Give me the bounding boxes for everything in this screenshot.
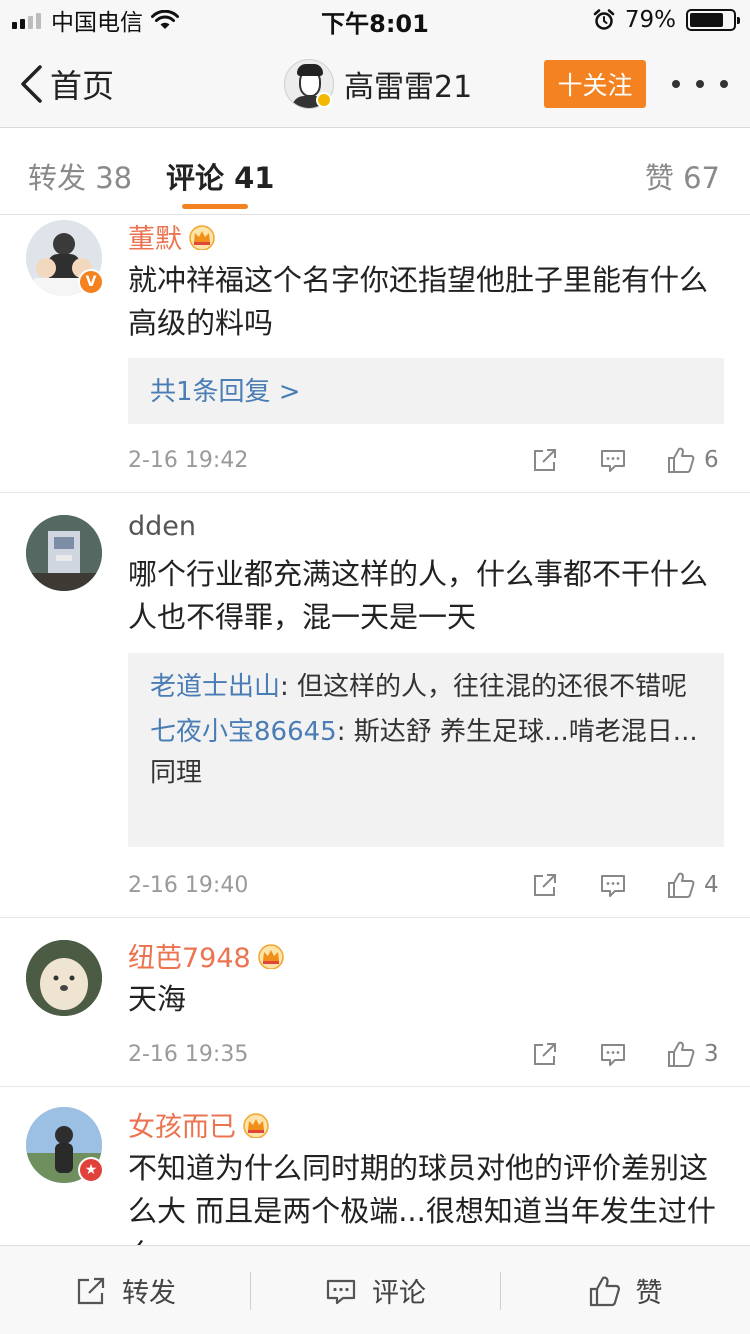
avatar-photo-icon xyxy=(26,515,102,591)
comment-time: 2-16 19:35 xyxy=(128,1042,249,1067)
author-name[interactable]: 董默 xyxy=(128,217,182,256)
dot-icon xyxy=(672,80,680,88)
author-name[interactable]: 纽芭7948 xyxy=(128,936,251,975)
share-button[interactable] xyxy=(530,1036,560,1072)
comment-button[interactable]: 评论 xyxy=(250,1246,500,1334)
comment-author[interactable]: dden xyxy=(128,511,196,542)
more-button[interactable] xyxy=(672,70,728,98)
like-button[interactable]: 6 xyxy=(666,442,719,478)
thumb-up-icon xyxy=(668,872,695,898)
avatar-photo-icon xyxy=(26,940,102,1016)
tab-repost[interactable]: 转发 38 xyxy=(28,155,132,197)
dot-icon xyxy=(696,80,704,88)
thumb-up-icon xyxy=(589,1276,620,1306)
reply-user[interactable]: 老道士出山 xyxy=(150,672,280,702)
nav-bar: 首页 高雷雷21 十关注 xyxy=(0,40,750,128)
reply-button[interactable] xyxy=(598,867,628,903)
comment-item: dden 哪个行业都充满这样的人，什么事都不干什么人也不得罪，混一天是一天 老道… xyxy=(0,493,750,918)
comment-item: 纽芭7948 天海 2-16 19:35 3 xyxy=(0,918,750,1087)
thumb-up-icon xyxy=(668,1041,695,1067)
share-icon xyxy=(534,1043,556,1065)
verified-badge-icon: V xyxy=(78,269,104,295)
comment-author[interactable]: 董默 xyxy=(128,217,216,256)
status-bar: 中国电信 下午8:01 79% xyxy=(0,0,750,40)
tab-bar: 转发 38 评论 41 赞 67 xyxy=(0,129,750,215)
back-label: 首页 xyxy=(50,67,115,105)
member-badge-icon: ★ xyxy=(78,1157,104,1183)
share-icon xyxy=(534,874,556,896)
reply-icon xyxy=(601,875,625,897)
comment-time: 2-16 19:42 xyxy=(128,448,249,473)
reply-user[interactable]: 七夜小宝86645 xyxy=(150,717,337,747)
reply-icon xyxy=(601,450,625,472)
comment-actions: 3 xyxy=(530,1036,724,1072)
reply-entry[interactable]: 七夜小宝86645: 斯达舒 养生足球...啃老混日... 同理 xyxy=(150,712,702,794)
share-icon xyxy=(534,449,556,471)
repost-label: 转发 xyxy=(122,1278,176,1309)
like-count: 6 xyxy=(704,447,719,473)
tab-like[interactable]: 赞 67 xyxy=(645,155,720,197)
reply-box[interactable]: 共1条回复 > xyxy=(128,358,724,424)
comment-avatar[interactable] xyxy=(26,940,102,1016)
thumb-up-icon xyxy=(668,447,695,473)
reply-icon xyxy=(326,1279,356,1304)
comment-text: 就冲祥福这个名字你还指望他肚子里能有什么高级的料吗 xyxy=(128,263,709,340)
reply-text: : 但这样的人，往往混的还很不错呢 xyxy=(280,672,688,702)
status-right: 79% xyxy=(593,6,740,34)
comment-item: V 董默 就冲祥福这个名字你还指望他肚子里能有什么高级的料吗 共1条回复 > 2… xyxy=(0,215,750,493)
bottom-action-bar: 转发 评论 赞 xyxy=(0,1245,750,1334)
dot-icon xyxy=(720,80,728,88)
repost-button[interactable]: 转发 xyxy=(0,1246,250,1334)
reply-icon xyxy=(601,1044,625,1066)
back-button[interactable]: 首页 xyxy=(18,62,114,106)
author-name[interactable]: 女孩而已 xyxy=(128,1105,236,1144)
author-name[interactable]: dden xyxy=(128,511,196,542)
crown-icon xyxy=(257,943,284,969)
tab-like-count: 67 xyxy=(683,161,720,195)
like-button[interactable]: 3 xyxy=(666,1036,719,1072)
share-button[interactable] xyxy=(530,442,560,478)
comment-author[interactable]: 女孩而已 xyxy=(128,1105,270,1144)
comment-actions: 6 xyxy=(530,442,724,478)
back-chevron-icon xyxy=(21,65,42,103)
like-label: 赞 xyxy=(635,1278,663,1309)
tab-comment-label: 评论 xyxy=(166,161,225,195)
like-post-button[interactable]: 赞 xyxy=(500,1246,750,1334)
tab-comment[interactable]: 评论 41 xyxy=(166,155,274,197)
comment-author[interactable]: 纽芭7948 xyxy=(128,936,285,975)
like-button[interactable]: 4 xyxy=(666,867,719,903)
tab-repost-count: 38 xyxy=(95,161,133,195)
comment-text: 天海 xyxy=(128,982,187,1016)
follow-button[interactable]: 十关注 xyxy=(544,60,646,108)
user-name[interactable]: 高雷雷21 xyxy=(344,62,472,106)
tab-comment-count: 41 xyxy=(234,161,275,195)
reply-button[interactable] xyxy=(598,1036,628,1072)
tab-indicator xyxy=(182,204,248,209)
tab-repost-label: 转发 xyxy=(28,161,87,195)
share-button[interactable] xyxy=(530,867,560,903)
reply-box[interactable]: 老道士出山: 但这样的人，往往混的还很不错呢 七夜小宝86645: 斯达舒 养生… xyxy=(128,653,724,847)
comment-label: 评论 xyxy=(372,1278,426,1309)
comment-actions: 4 xyxy=(530,867,724,903)
comment-text: 哪个行业都充满这样的人，什么事都不干什么人也不得罪，混一天是一天 xyxy=(128,557,709,634)
like-count: 3 xyxy=(704,1041,719,1067)
comment-list[interactable]: V 董默 就冲祥福这个名字你还指望他肚子里能有什么高级的料吗 共1条回复 > 2… xyxy=(0,215,750,1245)
alarm-icon xyxy=(593,9,615,30)
tab-like-label: 赞 xyxy=(644,161,674,195)
comment-text: 不知道为什么同时期的球员对他的评价差别这么大 而且是两个极端...很想知道当年发… xyxy=(128,1151,716,1245)
reply-button[interactable] xyxy=(598,442,628,478)
reply-entry[interactable]: 老道士出山: 但这样的人，往往混的还很不错呢 xyxy=(150,667,702,708)
verified-badge-icon xyxy=(316,92,332,108)
share-icon xyxy=(77,1277,105,1304)
battery-percent: 79% xyxy=(624,7,676,33)
like-count: 4 xyxy=(704,872,719,898)
comment-item: ★ 女孩而已 不知道为什么同时期的球员对他的评价差别这么大 而且是两个极端...… xyxy=(0,1087,750,1245)
view-replies-link[interactable]: 共1条回复 > xyxy=(150,377,301,407)
battery-icon xyxy=(686,9,740,31)
crown-icon xyxy=(243,1112,269,1138)
comment-avatar[interactable] xyxy=(26,515,102,591)
nav-user[interactable]: 高雷雷21 xyxy=(284,56,472,112)
crown-icon xyxy=(189,224,215,250)
comment-time: 2-16 19:40 xyxy=(128,873,249,898)
